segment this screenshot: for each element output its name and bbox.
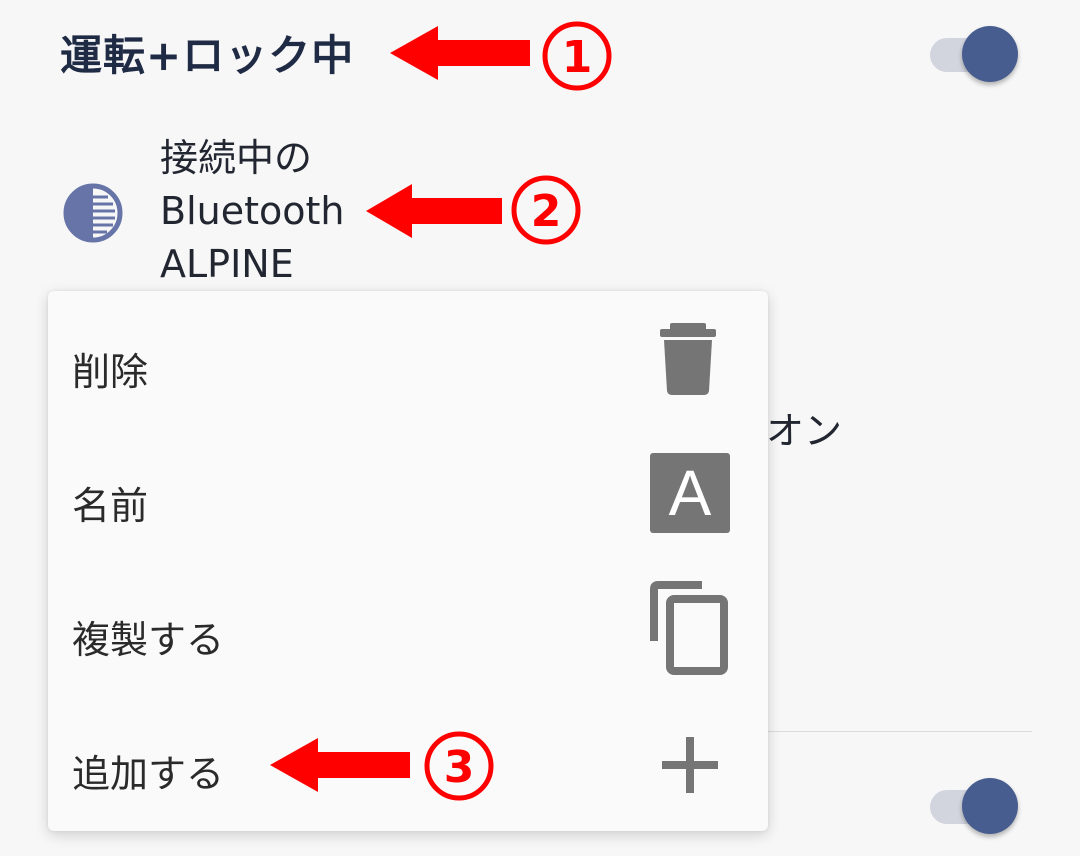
menu-item-delete[interactable]: 削除 [48, 297, 768, 429]
annotation-arrow-1 [390, 26, 530, 80]
profile-toggle[interactable] [924, 24, 1020, 82]
annotation-badge-2: 2 [511, 175, 581, 245]
divider [768, 731, 1032, 732]
menu-item-label: 名前 [72, 484, 149, 528]
annotation-arrow-3 [270, 738, 410, 792]
bottom-row-toggle[interactable] [924, 776, 1020, 834]
menu-item-label: 追加する [72, 752, 225, 796]
bluetooth-line-1: 接続中の [160, 136, 313, 180]
profile-title: 運転+ロック中 [60, 31, 355, 80]
annotation-badge-1: 1 [542, 21, 612, 91]
menu-item-duplicate[interactable]: 複製する [48, 565, 768, 697]
plus-icon [662, 737, 718, 793]
bluetooth-condition-text[interactable]: 接続中の Bluetooth ALPINE [160, 132, 344, 291]
svg-text:3: 3 [444, 742, 475, 793]
background-row-label: オン [766, 409, 843, 453]
trash-icon [660, 323, 716, 395]
toggle-thumb [962, 778, 1018, 834]
annotation-badge-3: 3 [424, 731, 494, 801]
bluetooth-line-2: Bluetooth [160, 189, 345, 233]
copy-icon [650, 581, 728, 675]
menu-item-rename[interactable]: 名前 A [48, 431, 768, 563]
menu-item-label: 複製する [72, 618, 225, 662]
half-circle-lines-icon [63, 183, 123, 243]
menu-item-label: 削除 [72, 350, 149, 394]
svg-text:1: 1 [562, 32, 593, 83]
letter-a-icon: A [650, 453, 730, 533]
bluetooth-line-3: ALPINE [160, 242, 294, 286]
toggle-thumb [962, 26, 1018, 82]
svg-text:2: 2 [531, 186, 562, 237]
annotation-arrow-2 [366, 184, 502, 238]
